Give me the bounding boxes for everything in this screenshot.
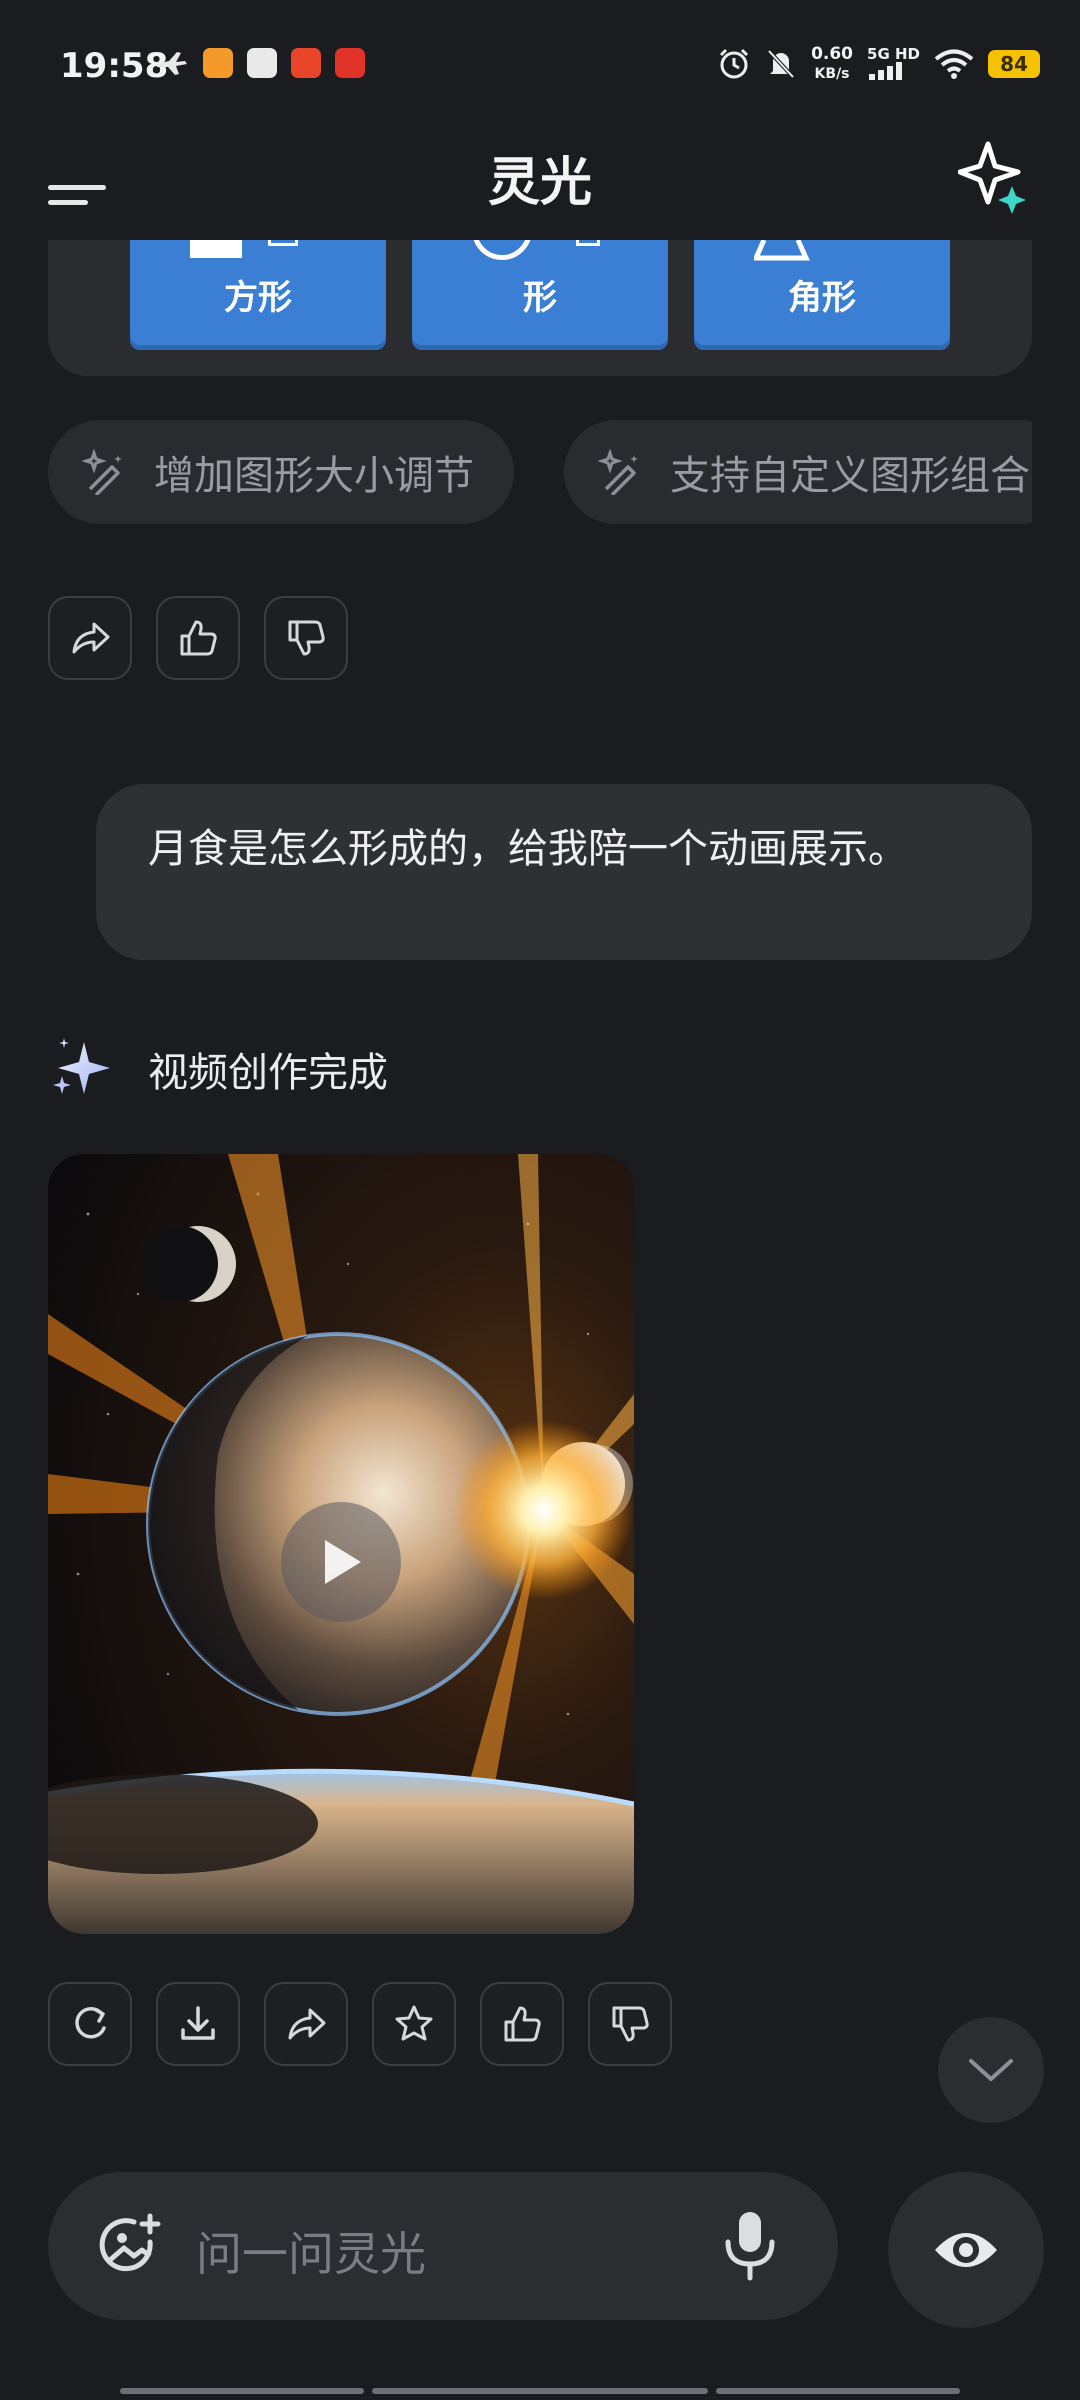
signal-bars-icon [869,61,903,80]
share-icon [72,622,110,654]
regenerate-button[interactable] [48,1982,132,2066]
thumbs-down-icon [288,620,325,656]
previous-message-actions [48,596,348,680]
play-icon [325,1540,361,1584]
network-speed-value: 0.60 [811,44,854,64]
suggestion-chips: 增加图形大小调节 支持自定义图形组合 [48,420,1032,524]
assistant-status-text: 视频创作完成 [148,1050,388,1096]
thumbs-down-icon [612,2006,649,2042]
microphone-icon[interactable] [722,2210,778,2282]
train-app-icon [247,48,277,78]
airplane-app-icon [157,52,187,75]
dislike-button[interactable] [264,596,348,680]
scroll-to-bottom-button[interactable] [938,2017,1044,2123]
magic-wand-icon [598,449,638,495]
download-button[interactable] [156,1982,240,2066]
triangle-glyph [754,240,810,261]
refresh-icon [75,2006,106,2039]
thumbs-up-icon [180,620,217,656]
status-time: 19:58 [60,46,169,86]
circle-glyph-small [576,240,600,246]
shape-button-label: 角形 [788,278,856,318]
suggestion-chip[interactable]: 支持自定义图形组合 [564,420,1032,524]
square-glyph [190,240,242,258]
favorite-button[interactable] [372,1982,456,2066]
shape-button-label: 方形 [224,278,292,318]
share-button[interactable] [48,596,132,680]
signal-label: 5G HD [867,44,920,63]
play-button[interactable] [281,1502,401,1622]
share-icon [288,2008,326,2040]
cell-signal: 5G HD [867,46,920,83]
vision-mode-button[interactable] [888,2172,1044,2328]
network-speed-unit: KB/s [814,66,850,82]
shopping-app-icon [291,48,321,78]
dislike-button[interactable] [588,1982,672,2066]
gesture-bar-center [372,2388,708,2394]
video-app-icon [203,48,233,78]
magic-wand-icon [82,449,122,495]
red-app-icon [335,48,365,78]
app-header: 灵光 [0,130,1080,240]
wifi-icon [934,49,974,79]
sparkle-icon [53,1038,110,1094]
battery-indicator: 84 [988,50,1040,78]
chevron-down-icon [969,2059,1013,2081]
page-title: 灵光 [487,153,592,213]
assistant-status: 视频创作完成 [52,1036,388,1102]
chat-input-bar[interactable]: 问一问灵光 [48,2172,838,2320]
image-upload-icon[interactable] [98,2212,164,2278]
status-bar: 19:58 0.60 KB/s 5G HD 84 [0,0,1080,130]
thumbs-up-icon [504,2006,541,2042]
circle-shape-button[interactable]: 形 [412,240,668,350]
circle-glyph [472,240,532,260]
new-chat-sparkle-icon[interactable] [958,140,1028,216]
share-button[interactable] [264,1982,348,2066]
video-message-actions [48,1982,672,2066]
alarm-icon [720,48,749,79]
mute-bell-icon [767,49,795,79]
square-glyph-small [268,240,298,246]
suggestion-chip-label: 增加图形大小调节 [154,453,474,499]
triangle-shape-button[interactable]: 角形 [694,240,950,350]
download-icon [181,2006,215,2040]
shape-button-label: 形 [523,278,557,318]
video-result[interactable] [48,1154,634,1934]
gesture-bar-right [716,2388,960,2394]
like-button[interactable] [156,596,240,680]
suggestion-chip-label: 支持自定义图形组合 [670,453,1030,499]
star-icon [395,2005,433,2041]
suggestion-chip[interactable]: 增加图形大小调节 [48,420,514,524]
like-button[interactable] [480,1982,564,2066]
eye-icon [935,2233,997,2267]
square-shape-button[interactable]: 方形 [130,240,386,350]
previous-result-card: 方形 形 角形 [48,240,1032,376]
notification-icons [155,48,365,78]
network-speed: 0.60 KB/s [811,44,853,84]
chat-input-placeholder[interactable]: 问一问灵光 [196,2218,426,2284]
gesture-bar-left [120,2388,364,2394]
user-message-bubble: 月食是怎么形成的，给我陪一个动画展示。 [96,784,1032,960]
